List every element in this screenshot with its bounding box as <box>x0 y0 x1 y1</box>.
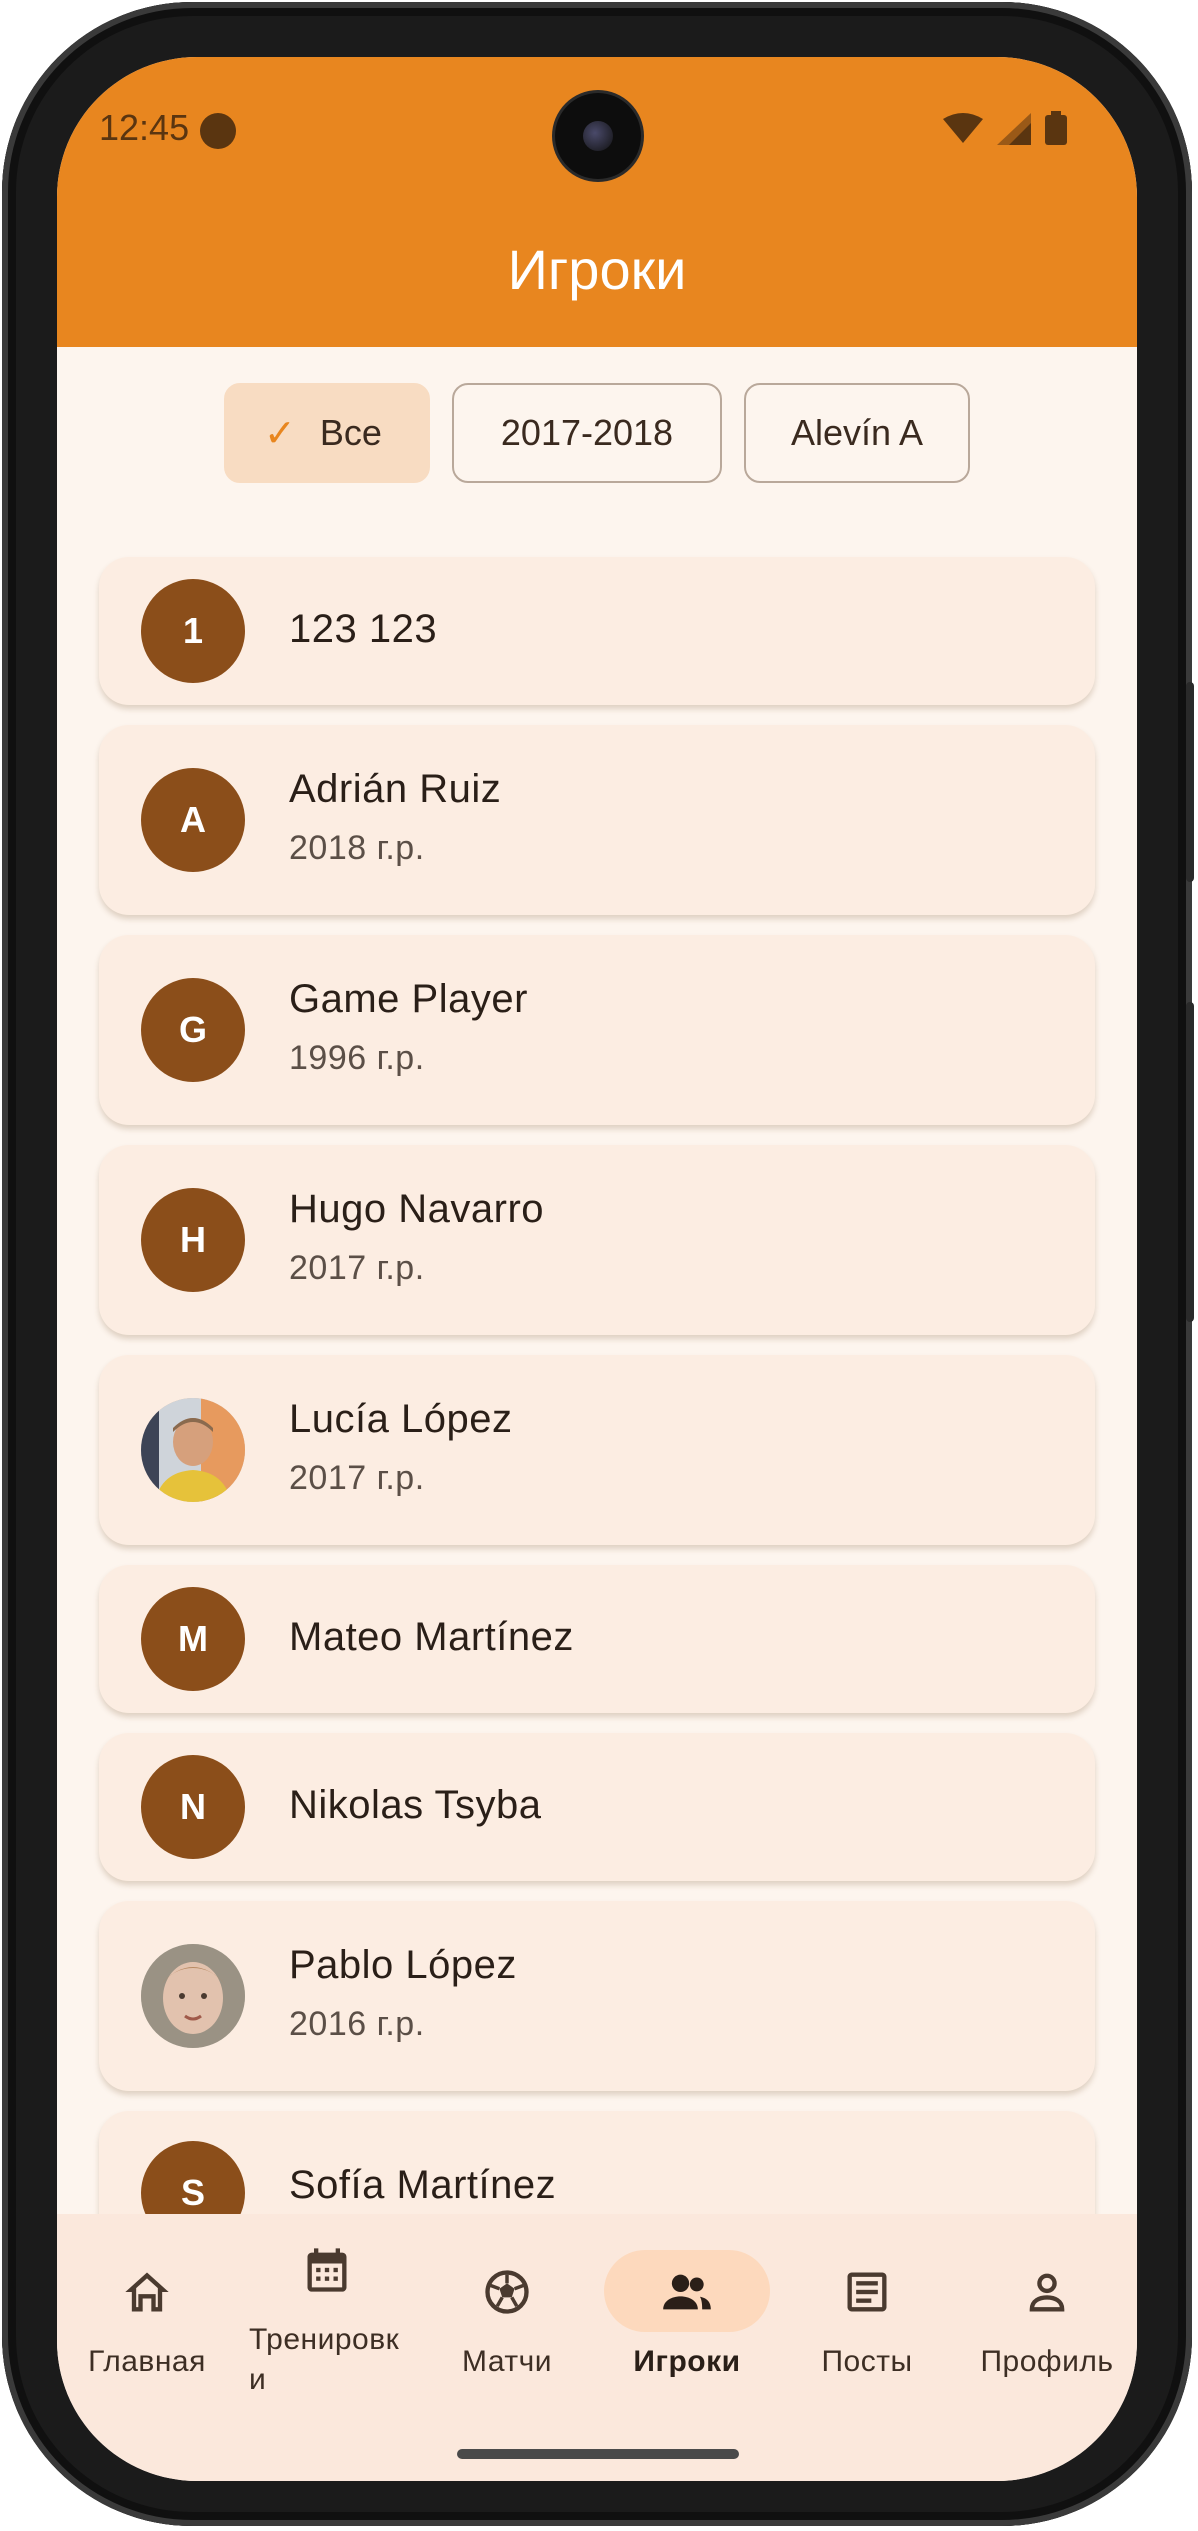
player-card[interactable]: 1 123 123 <box>99 557 1095 705</box>
chip-label: Все <box>319 412 382 453</box>
player-card[interactable]: A Adrián Ruiz 2018 г.р. <box>99 725 1095 915</box>
notification-dot-icon <box>200 113 236 149</box>
battery-icon <box>1045 111 1067 145</box>
player-birth-year: 2017 г.р. <box>289 1459 425 1497</box>
front-camera <box>555 93 641 179</box>
player-birth-year: 2017 г.р. <box>289 1249 425 1287</box>
player-card[interactable]: Lucía López 2017 г.р. <box>99 1355 1095 1545</box>
bottom-navigation: Главная Тренировк и Матчи Игроки Посты П… <box>57 2214 1137 2481</box>
home-indicator[interactable] <box>457 2449 739 2459</box>
avatar: A <box>141 768 245 872</box>
player-name: 123 123 <box>289 607 438 651</box>
player-name: Nikolas Tsyba <box>289 1783 542 1827</box>
nav-posts[interactable]: Посты <box>777 2214 957 2414</box>
signal-icon <box>997 113 1031 145</box>
player-name: Adrián Ruiz <box>289 767 502 811</box>
nav-label: Тренировк и <box>249 2323 400 2396</box>
soccer-ball-icon <box>485 2270 529 2314</box>
person-icon <box>1029 2273 1065 2312</box>
chip-alevin-a[interactable]: Alevín A <box>744 383 970 483</box>
avatar-photo <box>141 1944 245 2048</box>
player-name: Sofía Martínez <box>289 2163 557 2207</box>
player-birth-year: 2016 г.р. <box>289 2005 425 2043</box>
player-birth-year: 1996 г.р. <box>289 1039 425 1077</box>
nav-label: Посты <box>821 2345 913 2378</box>
chip-label: 2017-2018 <box>500 412 674 453</box>
player-card[interactable]: Pablo López 2016 г.р. <box>99 1901 1095 2091</box>
nav-matches[interactable]: Матчи <box>417 2214 597 2414</box>
nav-label: Игроки <box>633 2345 741 2378</box>
article-icon <box>847 2272 887 2312</box>
profile-photo-icon <box>141 1398 245 1502</box>
player-card[interactable]: M Mateo Martínez <box>99 1565 1095 1713</box>
nav-label: Главная <box>88 2345 206 2378</box>
nav-trainings[interactable]: Тренировк и <box>237 2214 417 2414</box>
avatar: 1 <box>141 579 245 683</box>
home-icon <box>125 2272 169 2312</box>
nav-label: Профиль <box>980 2345 1114 2378</box>
player-name: Mateo Martínez <box>289 1615 574 1659</box>
screen: 12:45 Игроки ✓ Все 2017-2018 Alevín A 1 … <box>57 57 1137 2481</box>
nav-home[interactable]: Главная <box>57 2214 237 2414</box>
avatar: H <box>141 1188 245 1292</box>
status-icons <box>943 111 1067 145</box>
nav-players[interactable]: Игроки <box>597 2214 777 2414</box>
check-icon: ✓ <box>264 412 296 455</box>
player-name: Lucía López <box>289 1397 513 1441</box>
player-name: Hugo Navarro <box>289 1187 545 1231</box>
power-button <box>1186 1002 1194 1322</box>
player-name: Pablo López <box>289 1943 517 1987</box>
status-time: 12:45 <box>99 107 190 148</box>
wifi-icon <box>943 113 983 143</box>
filter-chips: ✓ Все 2017-2018 Alevín A <box>57 383 1137 483</box>
avatar-photo <box>141 1398 245 1502</box>
chip-all[interactable]: ✓ Все <box>224 383 430 483</box>
volume-button <box>1186 682 1194 882</box>
chip-label: Alevín A <box>790 412 924 453</box>
phone-frame: 12:45 Игроки ✓ Все 2017-2018 Alevín A 1 … <box>2 2 1194 2526</box>
player-name: Game Player <box>289 977 528 1021</box>
chip-2017-2018[interactable]: 2017-2018 <box>452 383 722 483</box>
player-card[interactable]: G Game Player 1996 г.р. <box>99 935 1095 1125</box>
app-bar: 12:45 Игроки <box>57 57 1137 347</box>
avatar: M <box>141 1587 245 1691</box>
profile-photo-icon <box>141 1944 245 2048</box>
player-card[interactable]: N Nikolas Tsyba <box>99 1733 1095 1881</box>
nav-profile[interactable]: Профиль <box>957 2214 1137 2414</box>
page-title: Игроки <box>507 238 687 301</box>
player-birth-year: 2018 г.р. <box>289 829 425 867</box>
calendar-icon <box>307 2248 347 2292</box>
avatar: N <box>141 1755 245 1859</box>
nav-label: Матчи <box>462 2345 552 2378</box>
people-icon <box>663 2274 711 2310</box>
avatar: G <box>141 978 245 1082</box>
player-card[interactable]: H Hugo Navarro 2017 г.р. <box>99 1145 1095 1335</box>
